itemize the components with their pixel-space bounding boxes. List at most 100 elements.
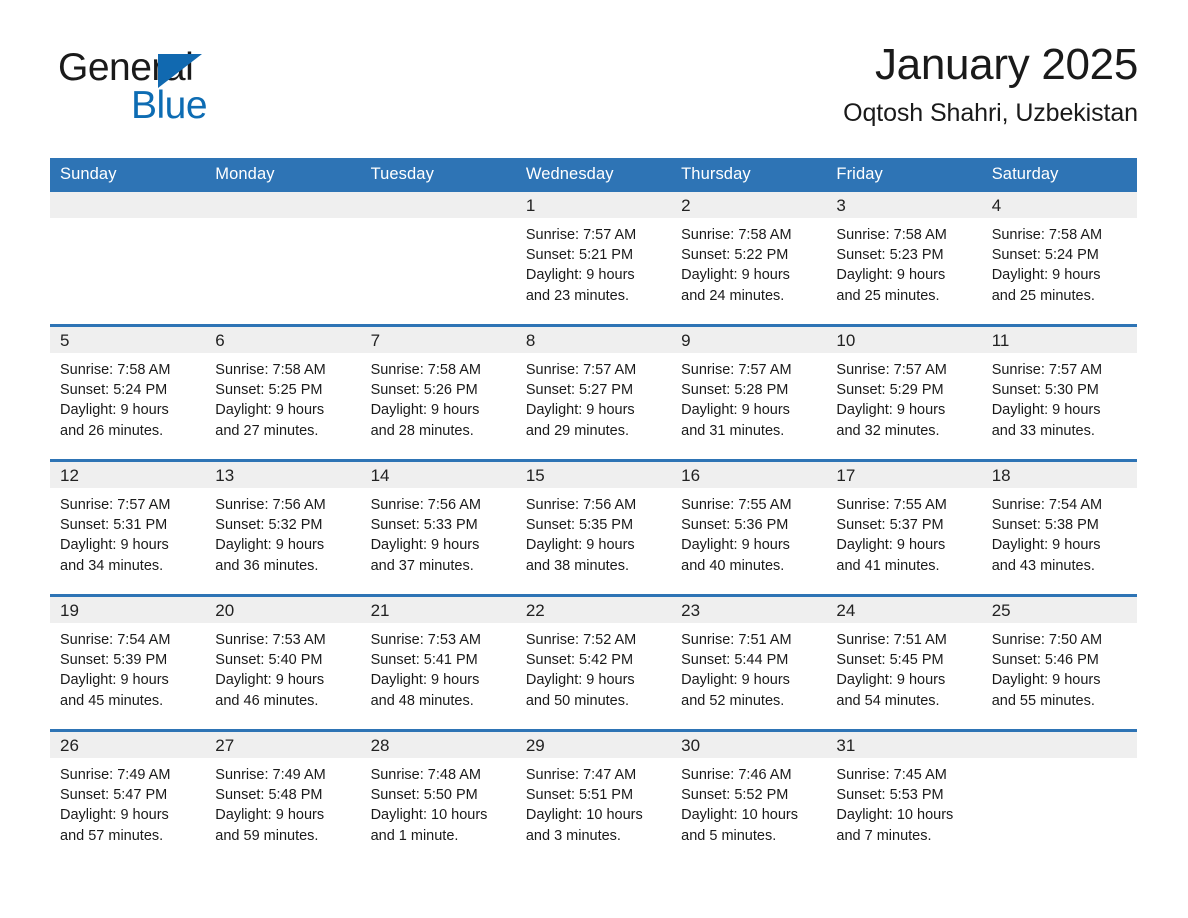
day-cell[interactable]: 27 Sunrise: 7:49 AM Sunset: 5:48 PM Dayl… xyxy=(205,729,361,864)
day-cell[interactable]: 20 Sunrise: 7:53 AM Sunset: 5:40 PM Dayl… xyxy=(205,594,361,731)
day-details: Sunrise: 7:57 AM Sunset: 5:30 PM Dayligh… xyxy=(982,353,1137,441)
day-cell[interactable]: 1 Sunrise: 7:57 AM Sunset: 5:21 PM Dayli… xyxy=(515,192,672,326)
day-cell[interactable]: 8 Sunrise: 7:57 AM Sunset: 5:27 PM Dayli… xyxy=(515,324,672,461)
day-cell[interactable]: 25 Sunrise: 7:50 AM Sunset: 5:46 PM Dayl… xyxy=(981,594,1137,731)
sunset-text: Sunset: 5:48 PM xyxy=(215,787,323,804)
sunrise-text: Sunrise: 7:50 AM xyxy=(991,632,1103,648)
sunrise-text: Sunrise: 7:51 AM xyxy=(681,632,792,648)
daylight-text-line1: Daylight: 9 hours xyxy=(60,672,169,689)
day-number xyxy=(50,192,206,218)
day-cell xyxy=(50,192,206,326)
sunrise-text: Sunrise: 7:49 AM xyxy=(60,767,171,783)
day-cell[interactable]: 18 Sunrise: 7:54 AM Sunset: 5:38 PM Dayl… xyxy=(981,459,1137,596)
sunset-text: Sunset: 5:27 PM xyxy=(525,382,634,399)
sunrise-text: Sunrise: 7:57 AM xyxy=(991,362,1103,378)
daylight-text-line2: and 40 minutes. xyxy=(681,557,785,574)
day-details: Sunrise: 7:55 AM Sunset: 5:37 PM Dayligh… xyxy=(826,488,981,576)
day-cell[interactable]: 4 Sunrise: 7:58 AM Sunset: 5:24 PM Dayli… xyxy=(981,192,1137,326)
sunrise-text: Sunrise: 7:56 AM xyxy=(370,497,481,513)
day-cell[interactable]: 5 Sunrise: 7:58 AM Sunset: 5:24 PM Dayli… xyxy=(50,324,206,461)
daylight-text-line2: and 7 minutes. xyxy=(836,827,932,844)
day-cell[interactable]: 12 Sunrise: 7:57 AM Sunset: 5:31 PM Dayl… xyxy=(50,459,206,596)
day-cell[interactable]: 19 Sunrise: 7:54 AM Sunset: 5:39 PM Dayl… xyxy=(50,594,206,731)
sunrise-text: Sunrise: 7:53 AM xyxy=(215,632,326,648)
daylight-text-line2: and 31 minutes. xyxy=(681,422,785,439)
day-cell[interactable]: 11 Sunrise: 7:57 AM Sunset: 5:30 PM Dayl… xyxy=(981,324,1137,461)
day-cell[interactable]: 30 Sunrise: 7:46 AM Sunset: 5:52 PM Dayl… xyxy=(671,729,827,864)
daylight-text-line2: and 59 minutes. xyxy=(215,827,319,844)
day-number xyxy=(205,192,361,218)
calendar-page: General Blue January 2025 Oqtosh Shahri,… xyxy=(0,0,1188,918)
day-cell[interactable]: 26 Sunrise: 7:49 AM Sunset: 5:47 PM Dayl… xyxy=(50,729,206,864)
sunset-text: Sunset: 5:44 PM xyxy=(681,652,789,669)
day-cell[interactable]: 13 Sunrise: 7:56 AM Sunset: 5:32 PM Dayl… xyxy=(205,459,361,596)
day-cell[interactable]: 2 Sunrise: 7:58 AM Sunset: 5:22 PM Dayli… xyxy=(671,192,827,326)
day-cell[interactable]: 14 Sunrise: 7:56 AM Sunset: 5:33 PM Dayl… xyxy=(360,459,516,596)
weekday-header-saturday: Saturday xyxy=(981,158,1137,192)
general-blue-logo[interactable]: General Blue xyxy=(58,48,358,148)
daylight-text-line1: Daylight: 9 hours xyxy=(836,537,946,554)
day-cell[interactable]: 6 Sunrise: 7:58 AM Sunset: 5:25 PM Dayli… xyxy=(205,324,361,461)
day-details: Sunrise: 7:57 AM Sunset: 5:31 PM Dayligh… xyxy=(50,488,205,576)
day-cell[interactable]: 31 Sunrise: 7:45 AM Sunset: 5:53 PM Dayl… xyxy=(826,729,982,864)
weekday-header-monday: Monday xyxy=(205,158,361,192)
day-details: Sunrise: 7:51 AM Sunset: 5:45 PM Dayligh… xyxy=(826,623,981,711)
daylight-text-line1: Daylight: 10 hours xyxy=(525,807,643,824)
daylight-text-line1: Daylight: 9 hours xyxy=(836,672,946,689)
sunset-text: Sunset: 5:23 PM xyxy=(836,247,944,264)
daylight-text-line1: Daylight: 9 hours xyxy=(991,267,1101,284)
day-cell[interactable]: 7 Sunrise: 7:58 AM Sunset: 5:26 PM Dayli… xyxy=(360,324,516,461)
day-cell[interactable]: 17 Sunrise: 7:55 AM Sunset: 5:37 PM Dayl… xyxy=(826,459,982,596)
sunset-text: Sunset: 5:50 PM xyxy=(370,787,478,804)
daylight-text-line2: and 28 minutes. xyxy=(370,422,474,439)
calendar-body: 1 Sunrise: 7:57 AM Sunset: 5:21 PM Dayli… xyxy=(50,192,1137,864)
day-details: Sunrise: 7:54 AM Sunset: 5:39 PM Dayligh… xyxy=(50,623,205,711)
day-number: 24 xyxy=(826,597,982,623)
day-details: Sunrise: 7:58 AM Sunset: 5:24 PM Dayligh… xyxy=(982,218,1137,306)
logo-text-blue: Blue xyxy=(131,84,208,127)
day-cell[interactable]: 15 Sunrise: 7:56 AM Sunset: 5:35 PM Dayl… xyxy=(515,459,672,596)
week-row: 19 Sunrise: 7:54 AM Sunset: 5:39 PM Dayl… xyxy=(50,594,1137,731)
day-cell[interactable]: 3 Sunrise: 7:58 AM Sunset: 5:23 PM Dayli… xyxy=(826,192,982,326)
day-cell[interactable]: 28 Sunrise: 7:48 AM Sunset: 5:50 PM Dayl… xyxy=(360,729,516,864)
sunset-text: Sunset: 5:30 PM xyxy=(991,382,1099,399)
daylight-text-line2: and 25 minutes. xyxy=(836,287,940,304)
daylight-text-line2: and 24 minutes. xyxy=(681,287,785,304)
day-number: 16 xyxy=(671,462,827,488)
day-cell[interactable]: 23 Sunrise: 7:51 AM Sunset: 5:44 PM Dayl… xyxy=(671,594,827,731)
daylight-text-line2: and 36 minutes. xyxy=(215,557,319,574)
day-number: 5 xyxy=(50,327,206,353)
sunrise-text: Sunrise: 7:55 AM xyxy=(681,497,792,513)
weekday-header-wednesday: Wednesday xyxy=(515,158,672,192)
daylight-text-line1: Daylight: 9 hours xyxy=(525,672,635,689)
day-cell[interactable]: 22 Sunrise: 7:52 AM Sunset: 5:42 PM Dayl… xyxy=(515,594,672,731)
sunset-text: Sunset: 5:39 PM xyxy=(60,652,168,669)
title-block: January 2025 Oqtosh Shahri, Uzbekistan xyxy=(438,40,1138,128)
day-cell[interactable]: 21 Sunrise: 7:53 AM Sunset: 5:41 PM Dayl… xyxy=(360,594,516,731)
day-cell[interactable]: 16 Sunrise: 7:55 AM Sunset: 5:36 PM Dayl… xyxy=(671,459,827,596)
daylight-text-line2: and 37 minutes. xyxy=(370,557,474,574)
day-details: Sunrise: 7:48 AM Sunset: 5:50 PM Dayligh… xyxy=(361,758,516,846)
day-details: Sunrise: 7:49 AM Sunset: 5:47 PM Dayligh… xyxy=(50,758,205,846)
day-number: 8 xyxy=(515,327,672,353)
sunrise-text: Sunrise: 7:58 AM xyxy=(370,362,481,378)
daylight-text-line2: and 50 minutes. xyxy=(525,692,630,709)
day-number: 9 xyxy=(671,327,827,353)
day-cell[interactable]: 29 Sunrise: 7:47 AM Sunset: 5:51 PM Dayl… xyxy=(515,729,672,864)
sunrise-text: Sunrise: 7:53 AM xyxy=(370,632,481,648)
daylight-text-line2: and 48 minutes. xyxy=(370,692,474,709)
daylight-text-line1: Daylight: 9 hours xyxy=(681,672,790,689)
sunrise-text: Sunrise: 7:55 AM xyxy=(836,497,947,513)
sunrise-text: Sunrise: 7:46 AM xyxy=(681,767,792,783)
daylight-text-line1: Daylight: 9 hours xyxy=(215,807,325,824)
day-number: 25 xyxy=(981,597,1137,623)
day-cell[interactable]: 10 Sunrise: 7:57 AM Sunset: 5:29 PM Dayl… xyxy=(826,324,982,461)
daylight-text-line2: and 54 minutes. xyxy=(836,692,940,709)
day-cell[interactable]: 9 Sunrise: 7:57 AM Sunset: 5:28 PM Dayli… xyxy=(671,324,827,461)
weekday-header-row: Sunday Monday Tuesday Wednesday Thursday… xyxy=(50,158,1137,192)
sunset-text: Sunset: 5:47 PM xyxy=(60,787,168,804)
sunset-text: Sunset: 5:35 PM xyxy=(525,517,634,534)
sunset-text: Sunset: 5:38 PM xyxy=(991,517,1099,534)
day-number: 13 xyxy=(205,462,361,488)
day-cell[interactable]: 24 Sunrise: 7:51 AM Sunset: 5:45 PM Dayl… xyxy=(826,594,982,731)
